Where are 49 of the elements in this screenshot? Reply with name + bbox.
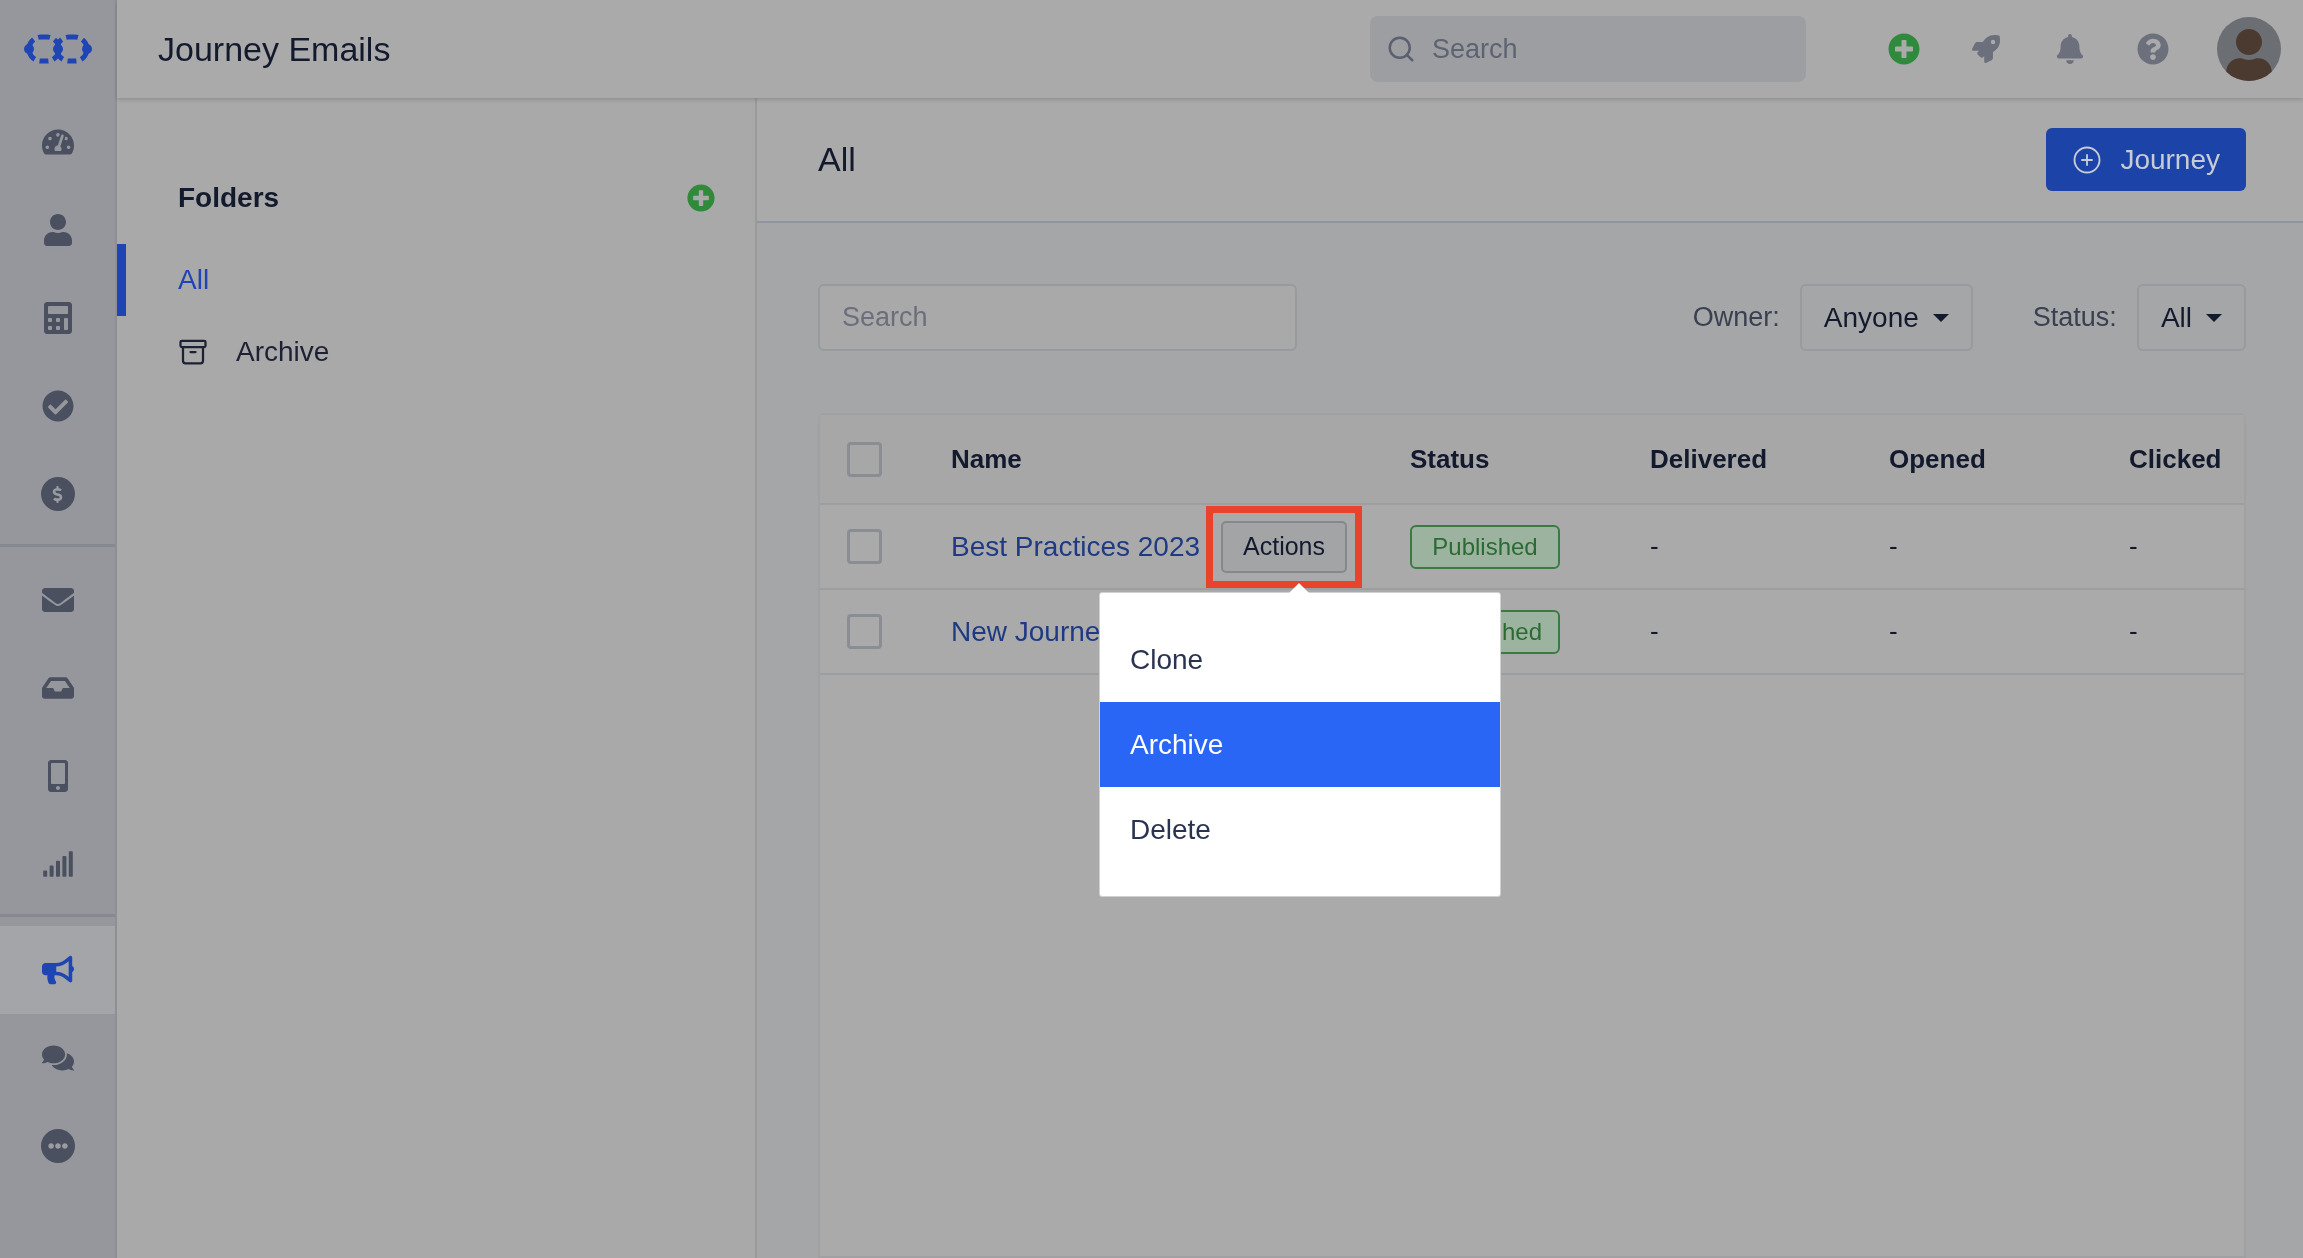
select-all-checkbox[interactable]: [847, 441, 882, 477]
filter-label: Status:: [2032, 301, 2117, 335]
column-header: Opened: [1889, 443, 1986, 474]
logo-icon[interactable]: [23, 34, 92, 64]
menu-item[interactable]: Archive: [1100, 702, 1500, 787]
rocket-icon[interactable]: [1972, 35, 2000, 63]
help-icon[interactable]: [2137, 33, 2169, 65]
plus-circle-icon: [2072, 144, 2103, 175]
bell-icon[interactable]: [2055, 34, 2085, 64]
caret-icon: [1932, 313, 1949, 322]
search-field[interactable]: Search: [1370, 16, 1806, 82]
table-cell: -: [1650, 531, 1659, 561]
filter-dropdown[interactable]: All: [2136, 284, 2246, 351]
add-folder-icon[interactable]: [687, 184, 715, 212]
column-header: Status: [1410, 443, 1490, 474]
add-icon[interactable]: [1888, 33, 1920, 65]
actions-button[interactable]: Actions: [1221, 520, 1347, 573]
folder-item[interactable]: Archive: [117, 316, 755, 388]
search-field[interactable]: Search: [818, 284, 1297, 351]
table-cell: -: [2129, 616, 2138, 646]
megaphone-icon: [41, 954, 74, 986]
status-badge: Published: [1410, 524, 1560, 569]
journey-name-link[interactable]: New Journe: [951, 610, 1101, 653]
user-icon: [41, 214, 74, 246]
table-cell: -: [1650, 616, 1659, 646]
page-title: Journey Emails: [158, 28, 391, 70]
dollar-icon: [40, 477, 75, 511]
folders-heading: Folders: [178, 181, 280, 215]
table-cell: -: [1889, 531, 1898, 561]
search-icon: [1386, 34, 1416, 64]
table-cell: -: [1889, 616, 1898, 646]
row-checkbox[interactable]: [847, 614, 882, 649]
caret-icon: [2206, 313, 2222, 322]
nav-item[interactable]: [0, 926, 115, 1014]
column-header: Name: [951, 443, 1022, 474]
journey-name-link[interactable]: Best Practices 2023: [951, 525, 1201, 568]
column-header: Delivered: [1650, 443, 1768, 474]
filter-label: Owner:: [1692, 301, 1780, 335]
menu-item[interactable]: Delete: [1100, 787, 1500, 872]
keypad-icon: [41, 302, 74, 334]
row-checkbox[interactable]: [847, 529, 882, 564]
filter-dropdown[interactable]: Anyone: [1799, 284, 1973, 351]
more-icon: [40, 1129, 75, 1163]
column-header: Clicked: [2129, 443, 2222, 474]
section-title: All: [818, 139, 856, 180]
table-cell: -: [2129, 531, 2138, 561]
new-journey-button[interactable]: Journey: [2046, 128, 2246, 191]
bar-chart-icon: [41, 848, 74, 880]
archive-icon: [178, 337, 208, 367]
